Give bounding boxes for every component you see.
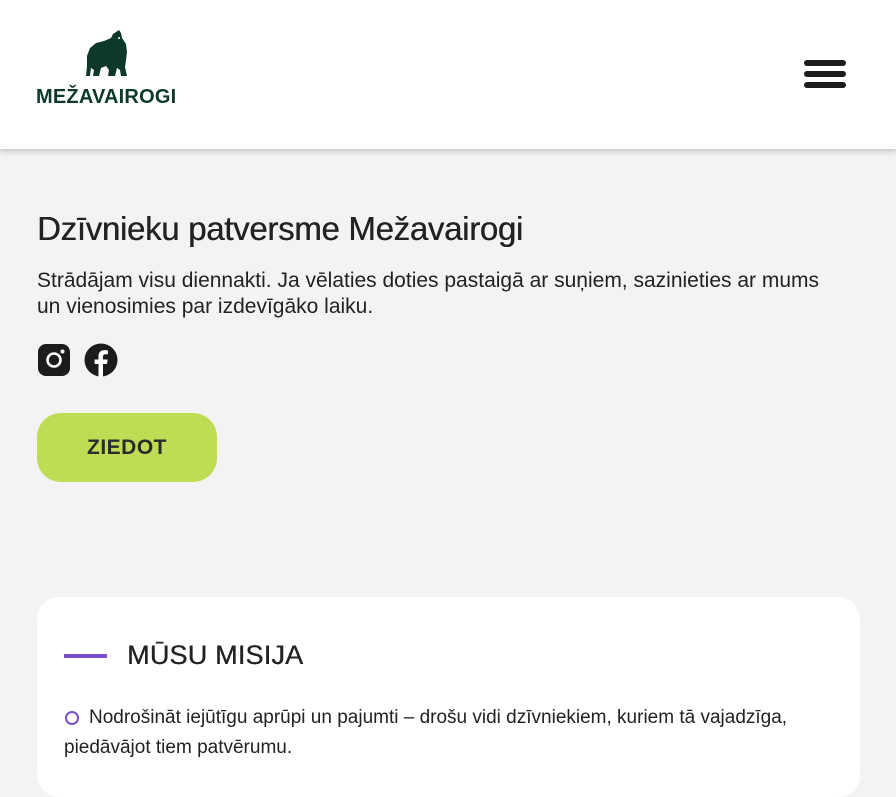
facebook-icon[interactable] [84, 343, 118, 377]
page-title: Dzīvnieku patversme Mežavairogi [37, 210, 523, 247]
mission-title: MŪSU MISIJA [127, 640, 304, 670]
hamburger-menu-icon[interactable] [804, 58, 848, 90]
menu-bar [804, 82, 846, 88]
section-accent-line [64, 654, 107, 658]
donate-button[interactable]: ZIEDOT [37, 413, 217, 482]
hero-description: Strādājam visu diennakti. Ja vēlaties do… [37, 269, 820, 318]
logo-text: MEŽAVAIROGI [36, 86, 177, 108]
instagram-icon[interactable] [37, 343, 71, 377]
bear-logo-icon [86, 30, 127, 76]
menu-bar [804, 60, 846, 66]
menu-bar [804, 71, 846, 77]
mission-card: MŪSU MISIJA Nodrošināt iejūtīgu aprūpi u… [37, 597, 860, 797]
site-logo[interactable]: MEŽAVAIROGI [36, 30, 182, 110]
site-header: MEŽAVAIROGI [0, 0, 896, 149]
mission-item: Nodrošināt iejūtīgu aprūpi un pajumti – … [64, 707, 788, 758]
